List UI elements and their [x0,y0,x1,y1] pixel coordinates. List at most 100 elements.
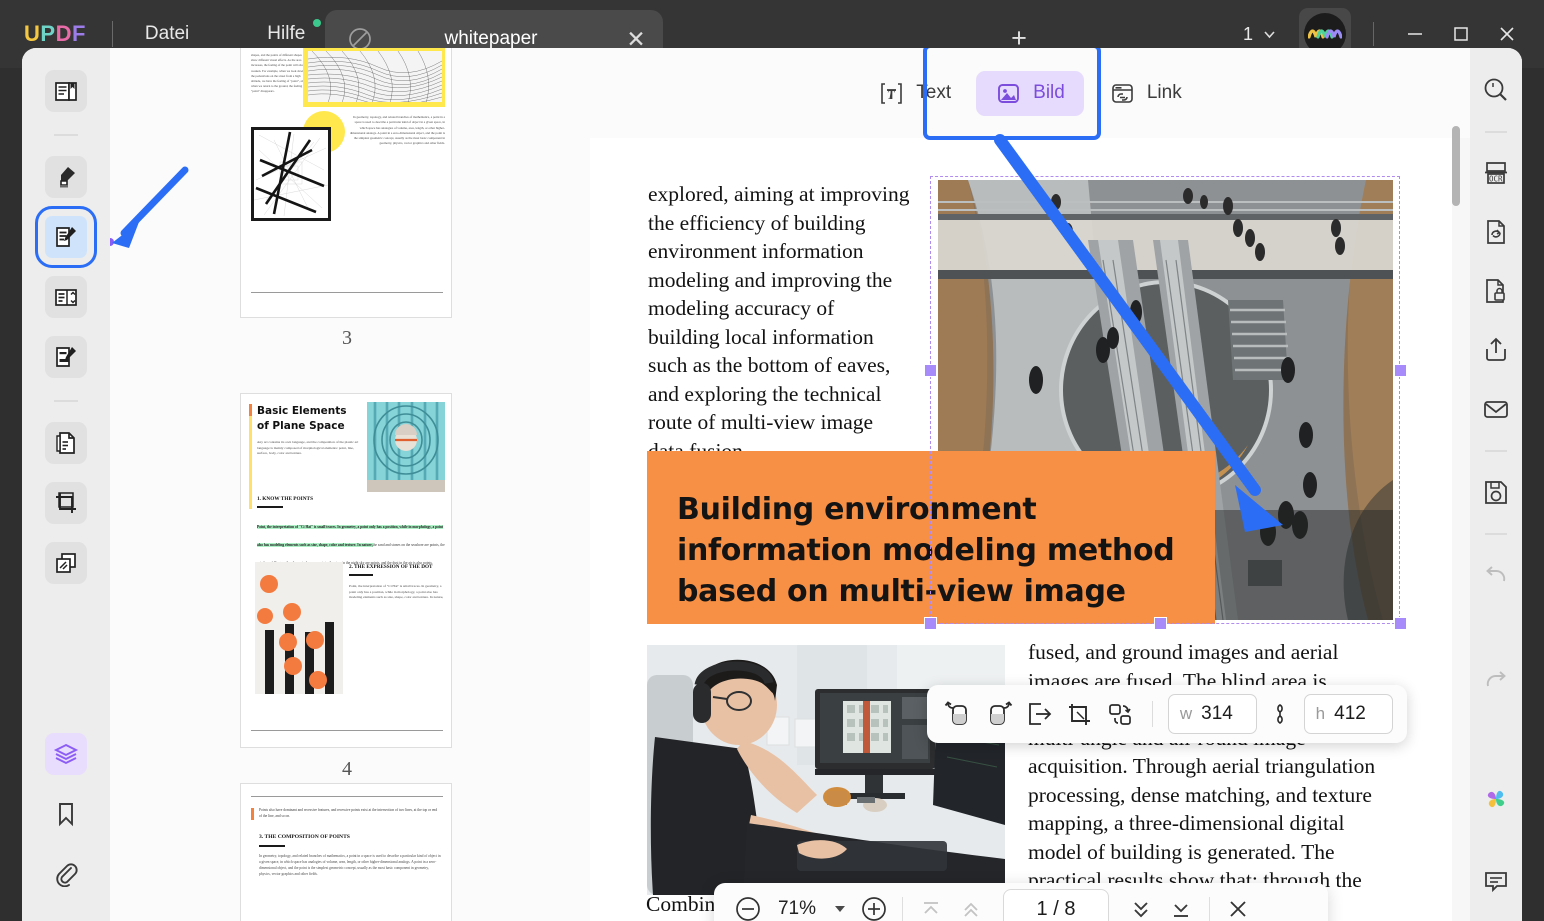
svg-text:T: T [887,87,895,102]
sidebar-item-sign[interactable] [45,336,87,378]
tab-text-label: Text [916,82,952,103]
link-card-icon [1112,83,1133,103]
right-rail-separator-3 [1485,533,1507,535]
sidebar-item-form[interactable] [45,276,87,318]
thumb4-section2-body: Point, the interpretation of "Ci Hai" is… [349,584,444,600]
editing-mode-toolbar: T Text Bild Link [590,48,1470,140]
thumb3-line-art [254,131,328,217]
menu-hilfe[interactable]: Hilfe [257,17,322,51]
crop-icon[interactable] [1062,694,1096,734]
right-rail-separator-1 [1485,131,1507,133]
page-indicator-input[interactable]: 1 / 8 [1003,889,1109,921]
thumb5-intro: Points also have dominant and recessive … [259,808,438,818]
svg-text:OCR: OCR [1489,174,1503,183]
tab-bild[interactable]: Bild [976,70,1084,116]
cad-workstation-image[interactable] [647,645,1005,895]
ocr-icon[interactable]: OCR [1476,153,1516,193]
tab-title: whitepaper [444,28,538,49]
menu-datei[interactable]: Datei [135,17,199,51]
window-count-value: 1 [1242,23,1253,44]
app-logo: UPDF [24,21,86,47]
image-edit-toolbar[interactable]: w 314 h 412 [927,685,1407,743]
thumb4-teal-image [367,402,445,492]
sidebar-item-batch[interactable] [45,542,87,584]
logo-letter-u: U [24,21,41,46]
menu-hilfe-label: Hilfe [267,23,306,44]
first-page-button[interactable] [911,889,951,921]
rotate-right-icon[interactable] [981,694,1015,734]
comment-bubble-icon[interactable] [1476,861,1516,901]
search-icon[interactable] [1476,70,1516,110]
selection-handle-bottom-right[interactable] [1394,617,1407,630]
sidebar-item-reader[interactable] [45,70,87,112]
close-toolbar-button[interactable] [1218,889,1258,921]
logo-letter-f: F [71,21,86,46]
next-page-button[interactable] [1121,889,1161,921]
redo-icon[interactable] [1476,660,1516,700]
share-icon[interactable] [1476,330,1516,370]
image-height-input[interactable]: h 412 [1303,694,1394,734]
zoom-out-button[interactable] [728,889,768,921]
undo-icon[interactable] [1476,555,1516,595]
image-width-input[interactable]: w 314 [1167,694,1258,734]
chevron-down-icon [1264,30,1275,38]
last-page-button[interactable] [1161,889,1201,921]
prev-page-button[interactable] [951,889,991,921]
logo-letter-p: P [40,21,56,46]
zoom-value: 71% [777,898,817,919]
email-icon[interactable] [1476,389,1516,429]
sidebar-item-attachments[interactable] [45,853,87,895]
height-value: 412 [1334,703,1366,724]
sidebar-item-layers[interactable] [45,733,87,775]
thumb5-body: In geometry, topology, and related branc… [259,854,441,876]
convert-icon[interactable] [1476,212,1516,252]
zoom-dropdown-button[interactable] [826,889,854,921]
titlebar-divider-2 [1373,22,1374,46]
vertical-scrollbar[interactable] [1452,126,1460,206]
selection-handle-mid-left[interactable] [924,364,937,377]
zoom-in-button[interactable] [854,889,894,921]
right-rail-separator-2 [1485,450,1507,452]
thumbnail-page-4[interactable]: Basic Elements of Plane Space Any art co… [240,393,452,780]
paragraph-top[interactable]: explored, aiming at improving the effici… [648,180,910,465]
link-chain-icon[interactable] [1263,702,1297,726]
replace-icon[interactable] [1103,694,1137,734]
paragraph-right[interactable]: fused, and ground images and aerial imag… [1028,638,1393,921]
protect-icon[interactable] [1476,271,1516,311]
thumb5-section3: 3. THE COMPOSITION OF POINTS [259,834,350,840]
tab-text[interactable]: T Text [859,71,970,116]
sidebar-item-bookmarks[interactable] [45,793,87,835]
sidebar-item-page[interactable] [45,422,87,464]
image-icon [998,83,1020,103]
window-count-dropdown[interactable]: 1 [1243,24,1277,45]
zoom-page-toolbar[interactable]: 71% 1 / 8 [714,883,1328,921]
left-tool-rail [22,48,110,921]
right-tool-rail: OCR [1470,48,1522,921]
extract-icon[interactable] [1022,694,1056,734]
selection-handle-bottom-left[interactable] [924,617,937,630]
rotate-left-icon[interactable] [941,694,975,734]
thumbnail-page-5[interactable]: Points also have dominant and recessive … [240,783,452,921]
sidebar-item-crop[interactable] [45,482,87,524]
toolbar-divider [1152,701,1153,727]
thumb4-intro: Any art contains its own language, and t… [257,440,359,456]
thumb3-abstract-art [308,51,442,102]
selection-handle-bottom-mid[interactable] [1154,617,1167,630]
save-icon[interactable] [1476,472,1516,512]
update-dot-icon [313,19,322,27]
selection-handle-mid-right[interactable] [1394,364,1407,377]
rail-separator-1 [54,134,78,136]
ai-assistant-icon[interactable] [1476,779,1516,819]
document-heading: Building environment information modelin… [677,492,1175,609]
sidebar-item-edit-pdf[interactable] [35,206,97,268]
tab-link-label: Link [1146,82,1182,103]
zoombar-divider-1 [902,897,903,921]
panel-resize-handle[interactable] [110,238,114,246]
tab-link[interactable]: Link [1090,71,1201,116]
sidebar-item-annotate[interactable] [45,156,87,198]
pdf-page[interactable]: explored, aiming at improving the effici… [590,138,1452,921]
thumb4-section2: 2. THE EXPRESSION OF THE DOT [349,564,433,570]
orange-heading-block[interactable]: Building environment information modelin… [647,451,1215,624]
thumbnail-panel[interactable]: shapes, and the points of different shap… [110,48,590,921]
thumbnail-page-3[interactable]: shapes, and the points of different shap… [240,48,452,349]
